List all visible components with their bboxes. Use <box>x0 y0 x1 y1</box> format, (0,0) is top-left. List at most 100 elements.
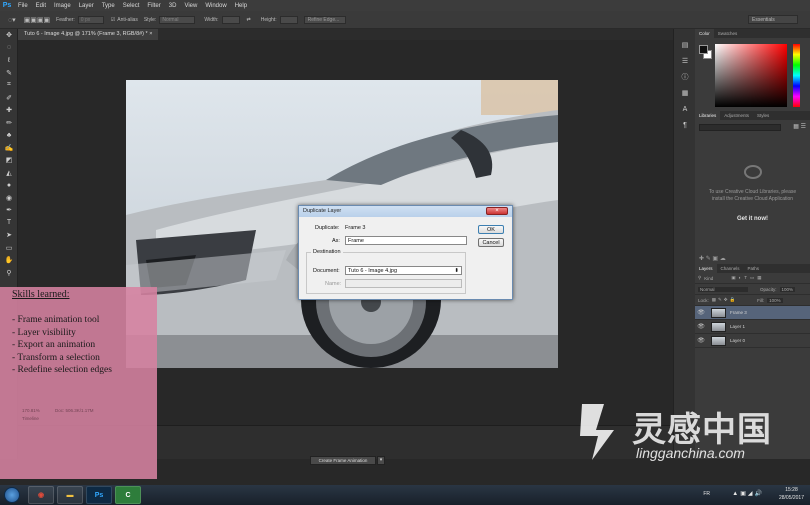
color-spectrum[interactable] <box>715 44 787 107</box>
explorer-icon[interactable]: ▬ <box>57 486 83 504</box>
document-tab[interactable]: Tuto 6 - Image 4.jpg @ 171% (Frame 3, RG… <box>18 29 159 40</box>
eyedropper-tool-icon[interactable]: ✐ <box>0 92 18 105</box>
filter-icons[interactable]: ▣◐T▭▦ <box>731 275 764 281</box>
watermark-url: lingganchina.com <box>636 445 745 461</box>
create-frame-animation-button[interactable]: Create Frame Animation <box>310 456 376 465</box>
library-message: To use Creative Cloud Libraries, please … <box>708 189 797 202</box>
get-it-now-link[interactable]: Get it now! <box>695 216 810 222</box>
selection-mode-icons[interactable]: ▣▣▣▣ <box>24 16 50 24</box>
history-icon[interactable]: ▤ <box>674 37 696 53</box>
photoshop-taskbar-icon[interactable]: Ps <box>86 486 112 504</box>
lasso-tool-icon[interactable]: ℓ <box>0 54 18 67</box>
library-select[interactable] <box>699 124 781 131</box>
name-label: Name: <box>325 281 342 287</box>
library-footer-icons[interactable]: ✚ ✎ ▣ ☁ <box>699 255 726 262</box>
properties-icon[interactable]: ☰ <box>674 53 696 69</box>
eye-icon[interactable]: 👁 <box>695 323 707 330</box>
path-select-tool-icon[interactable]: ➤ <box>0 229 18 242</box>
info-icon[interactable]: ⓘ <box>674 69 696 85</box>
zoom-tool-icon[interactable]: ⚲ <box>0 267 18 280</box>
fill-input[interactable]: 100% <box>767 297 783 303</box>
ok-button[interactable]: OK <box>478 225 504 234</box>
crop-tool-icon[interactable]: ⌗ <box>0 79 18 92</box>
chrome-icon[interactable]: ◉ <box>28 486 54 504</box>
chevron-down-icon[interactable]: ▾ <box>377 456 385 465</box>
hand-tool-icon[interactable]: ✋ <box>0 254 18 267</box>
dodge-tool-icon[interactable]: ◉ <box>0 192 18 205</box>
layer-row[interactable]: 👁 Layer 0 <box>695 334 810 348</box>
library-view-icons[interactable]: ▦ ☰ <box>793 123 806 130</box>
menu-3d[interactable]: 3D <box>165 3 181 9</box>
lock-icons[interactable]: ▩✎✥🔒 <box>712 297 737 303</box>
height-input[interactable] <box>279 15 298 24</box>
tab-libraries[interactable]: Libraries <box>695 111 721 120</box>
name-input[interactable] <box>345 279 462 288</box>
document-select[interactable]: Tuto 6 - Image 4.jpg ⬍ <box>345 266 462 275</box>
hue-slider[interactable] <box>793 44 800 107</box>
workspace-select[interactable]: Essentials <box>748 15 798 24</box>
type-tool-icon[interactable]: T <box>0 217 18 230</box>
stamp-tool-icon[interactable]: ♣ <box>0 129 18 142</box>
menu-layer[interactable]: Layer <box>75 3 98 9</box>
foreground-color-swatch[interactable] <box>699 45 708 54</box>
history-brush-tool-icon[interactable]: ✍ <box>0 142 18 155</box>
menu-image[interactable]: Image <box>50 3 75 9</box>
tray-icons[interactable]: ▲▣◢🔊 <box>732 490 764 497</box>
character-icon[interactable]: A <box>674 101 696 117</box>
menu-filter[interactable]: Filter <box>143 3 164 9</box>
zoom-readout: 170.81% <box>22 408 40 413</box>
quick-select-tool-icon[interactable]: ✎ <box>0 67 18 80</box>
menu-view[interactable]: View <box>180 3 201 9</box>
as-name-input[interactable]: Frame <box>345 236 467 245</box>
pen-tool-icon[interactable]: ✒ <box>0 204 18 217</box>
tab-swatches[interactable]: Swatches <box>714 29 742 38</box>
tab-paths[interactable]: Paths <box>744 264 764 273</box>
layer-row[interactable]: 👁 Layer 1 <box>695 320 810 334</box>
close-icon[interactable]: × <box>486 207 508 215</box>
cancel-button[interactable]: Cancel <box>478 238 504 247</box>
blend-mode-select[interactable]: Normal <box>698 286 748 292</box>
style-select[interactable]: Normal <box>159 15 196 24</box>
menu-type[interactable]: Type <box>98 3 119 9</box>
layer-thumbnail <box>711 335 726 346</box>
eraser-tool-icon[interactable]: ◩ <box>0 154 18 167</box>
shape-tool-icon[interactable]: ▭ <box>0 242 18 255</box>
language-indicator[interactable]: FR <box>703 491 710 497</box>
brush-tool-icon[interactable]: ✏ <box>0 117 18 130</box>
camtasia-icon[interactable]: C <box>115 486 141 504</box>
opacity-input[interactable]: 100% <box>779 286 796 292</box>
tab-adjustments[interactable]: Adjustments <box>720 111 753 120</box>
start-button[interactable] <box>4 487 20 503</box>
menu-help[interactable]: Help <box>231 3 251 9</box>
feather-label: Feather: <box>56 16 75 23</box>
feather-input[interactable]: 0 px <box>77 15 104 24</box>
tab-styles[interactable]: Styles <box>753 111 773 120</box>
bucket-tool-icon[interactable]: ◭ <box>0 167 18 180</box>
move-tool-icon[interactable]: ✥ <box>0 29 18 42</box>
right-panel-dock: Color Swatches Libraries Adjustments Sty… <box>695 29 810 459</box>
menu-edit[interactable]: Edit <box>32 3 50 9</box>
tab-channels[interactable]: Channels <box>717 264 744 273</box>
paragraph-icon[interactable]: ¶ <box>674 117 696 133</box>
brush-presets-icon[interactable]: ▦ <box>674 85 696 101</box>
swap-icon[interactable]: ⇄ <box>247 17 251 23</box>
healing-tool-icon[interactable]: ✚ <box>0 104 18 117</box>
tab-color[interactable]: Color <box>695 29 714 38</box>
marquee-tool-icon[interactable]: ◌ <box>0 42 18 55</box>
close-tab-icon[interactable]: × <box>149 31 152 37</box>
menu-window[interactable]: Window <box>201 3 230 9</box>
blur-tool-icon[interactable]: ● <box>0 179 18 192</box>
menu-select[interactable]: Select <box>119 3 144 9</box>
kind-filter[interactable]: Kind <box>704 276 713 281</box>
layer-row[interactable]: 👁 Frame 3 <box>695 306 810 320</box>
document-label: Document: <box>313 268 340 274</box>
marquee-preset-icon[interactable]: ◌▾ <box>8 16 16 24</box>
refine-edge-button[interactable]: Refine Edge... <box>303 15 346 24</box>
eye-icon[interactable]: 👁 <box>695 337 707 344</box>
antialias-checkbox[interactable]: ☑ <box>111 17 115 23</box>
clock[interactable]: 15:28 28/05/2017 <box>779 486 804 502</box>
width-input[interactable] <box>221 15 240 24</box>
tab-layers[interactable]: Layers <box>695 264 717 273</box>
menu-file[interactable]: File <box>14 3 32 9</box>
eye-icon[interactable]: 👁 <box>695 309 707 316</box>
